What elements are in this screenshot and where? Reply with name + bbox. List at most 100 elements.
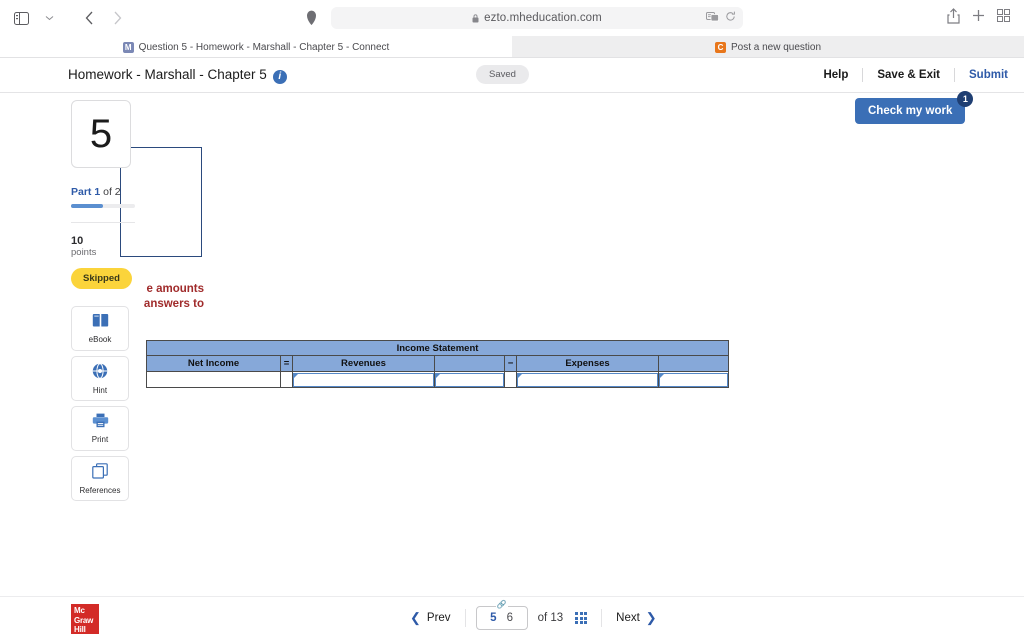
table-header-row: Net Income = Revenues − Expenses	[146, 355, 729, 372]
column-header-revenues: Revenues	[292, 355, 435, 372]
page-number-box[interactable]: 5 6	[475, 606, 528, 630]
submit-link[interactable]: Submit	[955, 69, 1008, 81]
next-label: Next	[616, 612, 640, 624]
part-total: of 2	[100, 186, 121, 198]
column-header-net-income: Net Income	[146, 355, 281, 372]
tab-overview-icon[interactable]	[997, 9, 1010, 27]
linked-pages-icon: 🔗	[495, 600, 508, 609]
divider	[71, 222, 135, 223]
skipped-badge: Skipped	[71, 268, 132, 289]
cell-net-income-value	[146, 371, 281, 388]
browser-right-actions	[947, 7, 1024, 29]
current-page-number[interactable]: 5	[490, 612, 496, 624]
input-inner[interactable]	[435, 372, 504, 387]
cell-equals	[280, 371, 293, 388]
browser-tab-inactive[interactable]: C Post a new question	[512, 36, 1024, 58]
divider	[464, 609, 466, 627]
forward-arrow-icon	[104, 6, 130, 30]
header-actions: Help Save & Exit Submit	[809, 68, 1024, 82]
sidebar-toggle-icon[interactable]	[8, 6, 34, 30]
input-cell-expenses-amount[interactable]	[658, 371, 729, 388]
question-content-box	[120, 147, 202, 257]
cell-minus	[504, 371, 517, 388]
mcgraw-hill-logo: Mc Graw Hill	[71, 604, 99, 634]
points-value: 10	[71, 235, 84, 247]
back-arrow-icon[interactable]	[76, 6, 102, 30]
check-my-work-container: Check my work 1	[855, 91, 974, 124]
input-inner[interactable]	[659, 372, 728, 387]
page-title: Homework - Marshall - Chapter 5 i	[68, 67, 287, 84]
next-button[interactable]: Next ❯	[602, 610, 671, 626]
page-total-label: of 13	[537, 612, 564, 624]
reader-view-icon[interactable]	[706, 9, 719, 27]
grid-view-icon[interactable]	[575, 612, 588, 624]
column-header-expenses-amount	[658, 355, 729, 372]
browser-toolbar: ezto.mheducation.com	[0, 0, 1024, 36]
table-title: Income Statement	[146, 340, 729, 356]
references-label: References	[79, 485, 121, 495]
part-progress-bar	[71, 204, 135, 208]
logo-line-1: Mc	[74, 606, 85, 615]
share-icon[interactable]	[947, 7, 960, 29]
references-icon	[92, 462, 108, 484]
privacy-shield-icon[interactable]	[306, 10, 317, 26]
page-indicator: 🔗 5 6	[475, 601, 528, 630]
question-panel: 5 Part 1 of 2 10 points Skipped	[71, 100, 135, 289]
logo-line-2: Graw	[74, 615, 94, 625]
input-cell-revenues-amount[interactable]	[434, 371, 505, 388]
input-cell-revenues-label[interactable]	[292, 371, 435, 388]
column-header-revenues-amount	[434, 355, 505, 372]
chevron-down-icon[interactable]	[36, 6, 62, 30]
input-cell-expenses-label[interactable]	[516, 371, 659, 388]
chegg-favicon-icon: C	[714, 41, 726, 53]
lock-icon	[472, 13, 479, 23]
prev-label: Prev	[426, 612, 451, 624]
ebook-icon	[92, 313, 109, 333]
part-label: Part 1 of 2	[71, 186, 131, 198]
references-button[interactable]: References	[71, 456, 129, 501]
info-icon[interactable]: i	[272, 69, 287, 84]
next-page-number[interactable]: 6	[507, 612, 513, 624]
column-header-equals: =	[280, 355, 293, 372]
url-text: ezto.mheducation.com	[484, 12, 602, 24]
points-label: points	[71, 247, 97, 258]
check-my-work-badge: 1	[957, 91, 974, 107]
status-badge: Saved	[476, 65, 529, 84]
ebook-label: eBook	[88, 335, 112, 344]
connect-favicon-icon: M	[122, 41, 134, 53]
print-button[interactable]: Print	[71, 406, 129, 451]
chevron-left-icon: ❮	[410, 610, 421, 625]
print-label: Print	[91, 435, 109, 444]
browser-tab-title: Post a new question	[730, 41, 822, 53]
column-header-minus: −	[504, 355, 517, 372]
browser-tab-active[interactable]: M Question 5 - Homework - Marshall - Cha…	[0, 36, 512, 58]
question-number-card: 5	[71, 100, 131, 168]
print-icon	[92, 413, 109, 433]
table-row	[146, 371, 729, 388]
address-bar-actions	[706, 9, 736, 27]
hint-icon	[92, 362, 108, 384]
tool-button-group: eBook Hint Print References	[71, 306, 129, 506]
part-progress-fill	[71, 204, 103, 208]
browser-nav-controls	[0, 6, 130, 30]
hint-label: Hint	[92, 385, 108, 395]
income-statement-table: Income Statement Net Income = Revenues −…	[146, 340, 729, 388]
help-link[interactable]: Help	[809, 69, 862, 81]
prev-button[interactable]: ❮ Prev	[396, 610, 465, 626]
check-my-work-button[interactable]: Check my work	[855, 98, 966, 124]
address-bar[interactable]: ezto.mheducation.com	[331, 7, 743, 29]
hint-button[interactable]: Hint	[71, 356, 129, 401]
part-current: Part 1	[71, 186, 101, 198]
tab-strip: M Question 5 - Homework - Marshall - Cha…	[0, 36, 1024, 58]
input-inner[interactable]	[517, 372, 658, 387]
save-and-exit-link[interactable]: Save & Exit	[863, 69, 954, 81]
ebook-button[interactable]: eBook	[71, 306, 129, 351]
column-header-expenses: Expenses	[516, 355, 659, 372]
pagination-controls: ❮ Prev 🔗 5 6 of 13 Next ❯	[396, 601, 671, 630]
reload-icon[interactable]	[725, 9, 736, 27]
chevron-right-icon: ❯	[645, 610, 657, 625]
input-inner[interactable]	[293, 372, 434, 387]
table-title-row: Income Statement	[146, 340, 729, 356]
plus-icon[interactable]	[972, 9, 985, 27]
page-title-text: Homework - Marshall - Chapter 5	[68, 67, 267, 83]
